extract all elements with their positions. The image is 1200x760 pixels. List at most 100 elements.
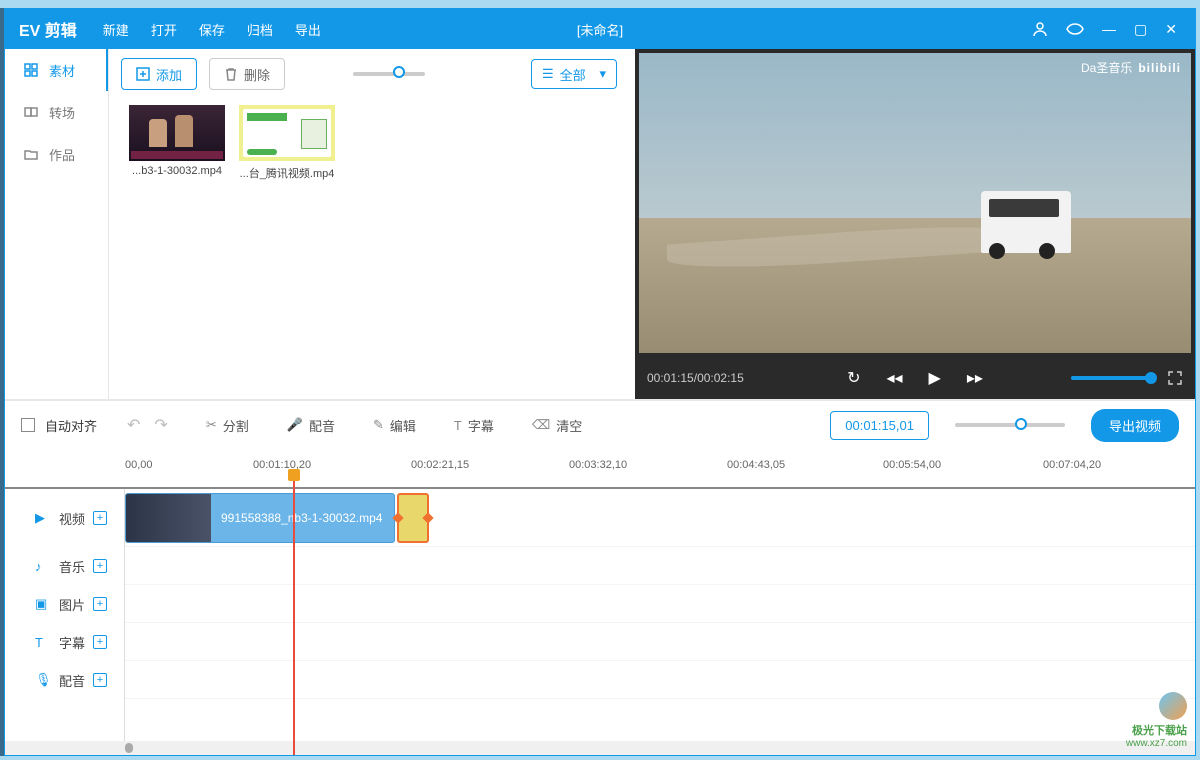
video-icon: ▶ <box>35 510 51 526</box>
playback-controls: 00:01:15/00:02:15 ↻ ◂◂ ▶ ▸▸ <box>635 357 1195 399</box>
add-label: 添加 <box>156 65 182 84</box>
split-button[interactable]: ✂ 分割 <box>206 416 249 435</box>
media-grid: ...b3-1-30032.mp4 ...台_腾讯视频.mp4 <box>109 99 635 399</box>
grid-icon <box>23 62 39 78</box>
track-label: 配音 <box>59 671 85 690</box>
add-track-icon[interactable]: + <box>93 597 107 611</box>
timeline-zoom-slider[interactable] <box>955 423 1065 427</box>
track-lane-image[interactable] <box>125 585 1195 623</box>
minimize-icon[interactable]: — <box>1102 21 1116 37</box>
undo-icon[interactable]: ↶ <box>127 415 140 435</box>
edit-button[interactable]: ✎ 编辑 <box>373 416 416 435</box>
thumbnail-size-slider[interactable] <box>353 72 425 76</box>
vip-icon[interactable] <box>1066 23 1084 35</box>
playhead[interactable] <box>293 479 295 755</box>
auto-align-label: 自动对齐 <box>45 416 97 435</box>
track-lane-music[interactable] <box>125 547 1195 585</box>
add-track-icon[interactable]: + <box>93 511 107 525</box>
music-icon: ♪ <box>35 559 51 574</box>
media-filter-dropdown[interactable]: ☰ 全部 ▾ <box>531 59 617 89</box>
ruler-tick: 00:05:54,00 <box>883 459 941 471</box>
scissors-icon: ✂ <box>206 417 217 433</box>
timeline-time-indicator[interactable]: 00:01:15,01 <box>830 411 929 440</box>
menu-archive[interactable]: 归档 <box>247 20 273 39</box>
maximize-icon[interactable]: ▢ <box>1134 21 1147 38</box>
track-header-image: ▣图片+ <box>5 585 124 623</box>
voiceover-button[interactable]: 🎤配音 <box>287 416 335 435</box>
track-lane-subtitle[interactable] <box>125 623 1195 661</box>
track-label: 字幕 <box>59 633 85 652</box>
media-clip[interactable]: ...台_腾讯视频.mp4 <box>239 105 335 393</box>
media-panel: 添加 删除 ☰ 全部 ▾ <box>109 49 635 399</box>
left-sidebar: 素材 转场 作品 <box>5 49 109 399</box>
menu-export[interactable]: 导出 <box>295 20 321 39</box>
export-video-button[interactable]: 导出视频 <box>1091 409 1179 442</box>
bilibili-logo: bilibili <box>1138 61 1181 75</box>
tracks: ▶视频+ ♪音乐+ ▣图片+ T字幕+ 🎙配音+ 991558388_nb3-1… <box>5 489 1195 741</box>
image-icon: ▣ <box>35 596 51 612</box>
user-icon[interactable] <box>1032 21 1048 37</box>
split-label: 分割 <box>223 416 249 435</box>
text-icon: T <box>454 418 462 433</box>
clip-label: 991558388_nb3-1-30032.mp4 <box>211 511 394 525</box>
timeline-toolbar: 自动对齐 ↶ ↷ ✂ 分割 🎤配音 ✎ 编辑 T字幕 ⌫清空 00:01:15,01… <box>5 399 1195 449</box>
sidebar-tab-works[interactable]: 作品 <box>5 133 108 175</box>
transition-icon <box>23 104 39 120</box>
play-icon[interactable]: ▶ <box>929 368 941 388</box>
media-toolbar: 添加 删除 ☰ 全部 ▾ <box>109 49 635 99</box>
playback-time: 00:01:15/00:02:15 <box>647 371 744 385</box>
sidebar-tab-media[interactable]: 素材 <box>5 49 108 91</box>
sidebar-tab-transition[interactable]: 转场 <box>5 91 108 133</box>
eraser-icon: ⌫ <box>532 417 550 433</box>
add-track-icon[interactable]: + <box>93 635 107 649</box>
edit-label: 编辑 <box>390 416 416 435</box>
fullscreen-icon[interactable] <box>1167 370 1183 386</box>
redo-icon[interactable]: ↷ <box>154 415 167 435</box>
timeline-ruler[interactable]: 00,00 00:01:10,20 00:02:21,15 00:03:32,1… <box>5 449 1195 489</box>
watermark-text: Da圣音乐 <box>1081 59 1132 76</box>
next-frame-icon[interactable]: ▸▸ <box>967 368 983 388</box>
preview-progress-slider[interactable] <box>1071 376 1153 380</box>
prev-frame-icon[interactable]: ◂◂ <box>886 368 902 388</box>
delete-media-button[interactable]: 删除 <box>209 58 285 90</box>
media-clip[interactable]: ...b3-1-30032.mp4 <box>129 105 225 393</box>
add-media-button[interactable]: 添加 <box>121 58 197 90</box>
timeline-horizontal-scrollbar[interactable] <box>5 741 1195 755</box>
pencil-icon: ✎ <box>373 417 384 433</box>
auto-align-checkbox[interactable] <box>21 418 35 432</box>
track-lane-video[interactable]: 991558388_nb3-1-30032.mp4 <box>125 489 1195 547</box>
track-label: 视频 <box>59 509 85 528</box>
menu-save[interactable]: 保存 <box>199 20 225 39</box>
track-lane-voice[interactable] <box>125 661 1195 699</box>
preview-watermark: Da圣音乐 bilibili <box>1081 59 1181 76</box>
menu-new[interactable]: 新建 <box>103 20 129 39</box>
clear-button[interactable]: ⌫清空 <box>532 416 582 435</box>
track-header-subtitle: T字幕+ <box>5 623 124 661</box>
subtitle-button[interactable]: T字幕 <box>454 416 494 435</box>
track-header-music: ♪音乐+ <box>5 547 124 585</box>
preview-panel: Da圣音乐 bilibili 00:01:15/00:02:15 ↻ ◂◂ ▶ … <box>635 49 1195 399</box>
clip-name: ...b3-1-30032.mp4 <box>129 165 225 177</box>
timeline-clip-video-2[interactable] <box>397 493 429 543</box>
add-track-icon[interactable]: + <box>93 673 107 687</box>
track-content[interactable]: 991558388_nb3-1-30032.mp4 <box>125 489 1195 741</box>
add-track-icon[interactable]: + <box>93 559 107 573</box>
list-icon: ☰ <box>542 66 554 82</box>
menu-open[interactable]: 打开 <box>151 20 177 39</box>
close-icon[interactable]: ✕ <box>1165 21 1177 38</box>
track-labels: ▶视频+ ♪音乐+ ▣图片+ T字幕+ 🎙配音+ <box>5 489 125 741</box>
ruler-tick: 00,00 <box>125 459 153 471</box>
track-header-video: ▶ 视频 + <box>5 489 124 547</box>
folder-icon <box>23 146 39 162</box>
track-header-voice: 🎙配音+ <box>5 661 124 699</box>
timeline-clip-video[interactable]: 991558388_nb3-1-30032.mp4 <box>125 493 395 543</box>
preview-video[interactable]: Da圣音乐 bilibili <box>639 53 1191 353</box>
site-watermark: 极光下载站 www.xz7.com <box>1126 692 1187 749</box>
time-current: 00:01:15 <box>647 371 694 385</box>
van-shape <box>981 191 1071 253</box>
loop-icon[interactable]: ↻ <box>847 368 860 388</box>
main-menu: 新建 打开 保存 归档 导出 <box>91 20 321 39</box>
clip-thumbnail <box>129 105 225 161</box>
sidebar-tab-label: 素材 <box>49 61 75 80</box>
delete-label: 删除 <box>244 65 270 84</box>
